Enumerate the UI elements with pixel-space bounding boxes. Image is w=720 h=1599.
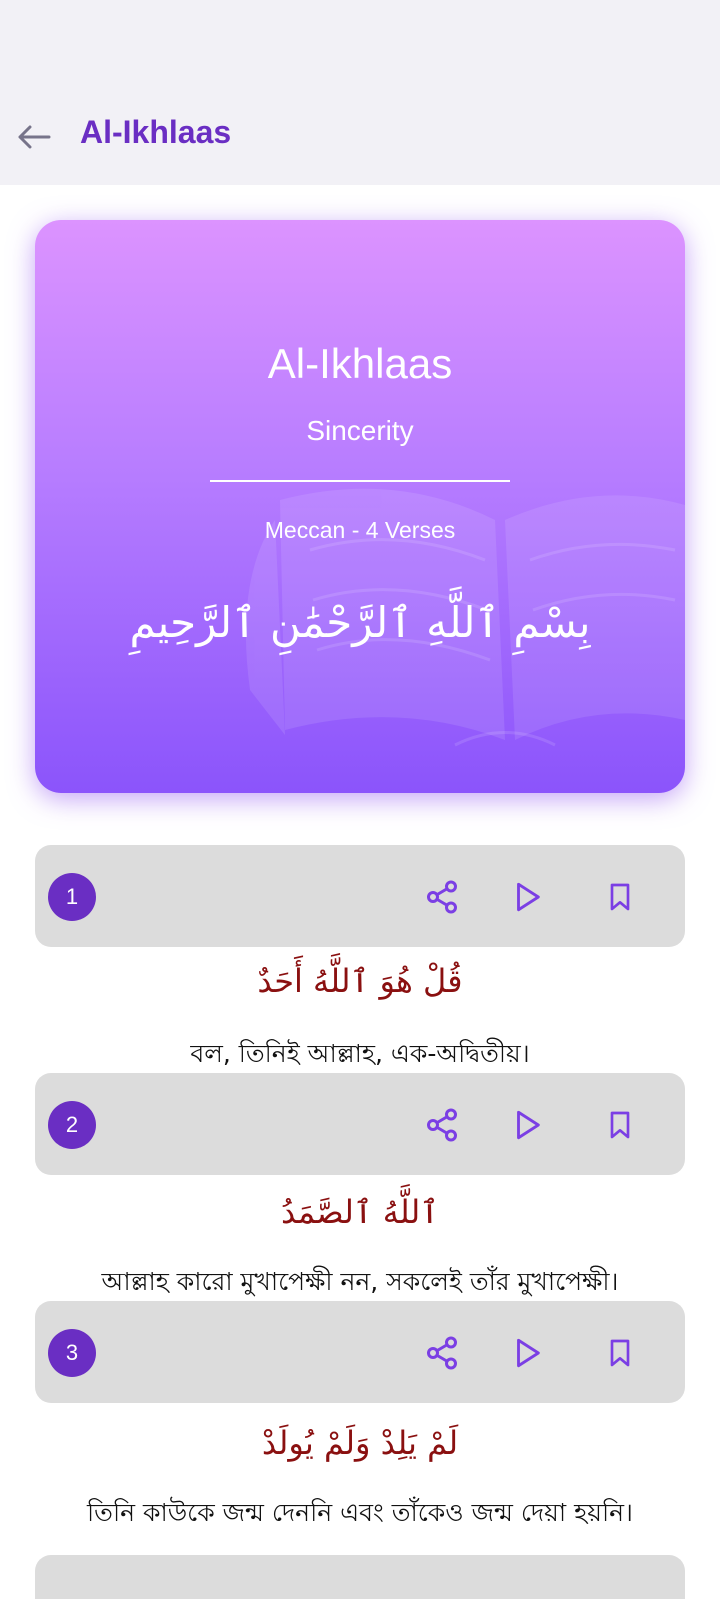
play-button[interactable] (504, 1102, 550, 1148)
hero-divider (210, 480, 510, 482)
play-icon (517, 1110, 540, 1140)
surah-meta: Meccan - 4 Verses (264, 517, 456, 543)
verse-arabic: ٱللَّهُ ٱلصَّمَدُ (281, 1193, 439, 1231)
verse-translation: আল্লাহ কারো মুখাপেক্ষী নন, সকলেই তাঁর মু… (101, 1267, 619, 1296)
verse-translation: বল, তিনিই আল্লাহ, এক-অদ্বিতীয়। (190, 1039, 530, 1068)
back-button[interactable] (14, 117, 54, 157)
verse-number-badge: 1 (48, 873, 96, 921)
share-button[interactable] (419, 1330, 465, 1376)
verse-arabic: لَمْ يَلِدْ وَلَمْ يُولَدْ (261, 1424, 459, 1462)
play-button[interactable] (504, 1330, 550, 1376)
verse-header: 2 (35, 1073, 685, 1175)
play-icon (517, 882, 540, 912)
bookmark-icon (610, 883, 630, 911)
page-title: Al-Ikhlaas (80, 114, 232, 150)
share-icon (427, 1336, 457, 1370)
verse-number-badge: 3 (48, 1329, 96, 1377)
app-bar: Al-Ikhlaas (0, 0, 720, 185)
bookmark-button[interactable] (597, 1102, 643, 1148)
bookmark-icon (610, 1111, 630, 1139)
arrow-left-icon (18, 125, 51, 149)
surah-name: Al-Ikhlaas (267, 340, 453, 387)
next-verse-header (35, 1555, 685, 1599)
bismillah-calligraphy: بِسْمِ ٱللَّهِ ٱلرَّحْمَٰنِ ٱلرَّحِيمِ (129, 598, 591, 647)
play-icon (517, 1338, 540, 1368)
share-button[interactable] (419, 874, 465, 920)
verse-header: 3 (35, 1301, 685, 1403)
surah-info-card: Al-Ikhlaas Sincerity Meccan - 4 Verses ب… (35, 220, 685, 793)
share-icon (427, 1108, 457, 1142)
bookmark-button[interactable] (597, 1330, 643, 1376)
share-icon (427, 880, 457, 914)
verse-header: 1 (35, 845, 685, 947)
quran-book-watermark (245, 488, 685, 747)
share-button[interactable] (419, 1102, 465, 1148)
play-button[interactable] (504, 874, 550, 920)
bookmark-icon (610, 1339, 630, 1367)
verse-translation: তিনি কাউকে জন্ম দেননি এবং তাঁকেও জন্ম দে… (87, 1498, 633, 1527)
verse-number-badge: 2 (48, 1101, 96, 1149)
verse-arabic: قُلْ هُوَ ٱللَّهُ أَحَدٌ (257, 962, 463, 1000)
surah-meaning: Sincerity (306, 415, 414, 446)
bookmark-button[interactable] (597, 874, 643, 920)
